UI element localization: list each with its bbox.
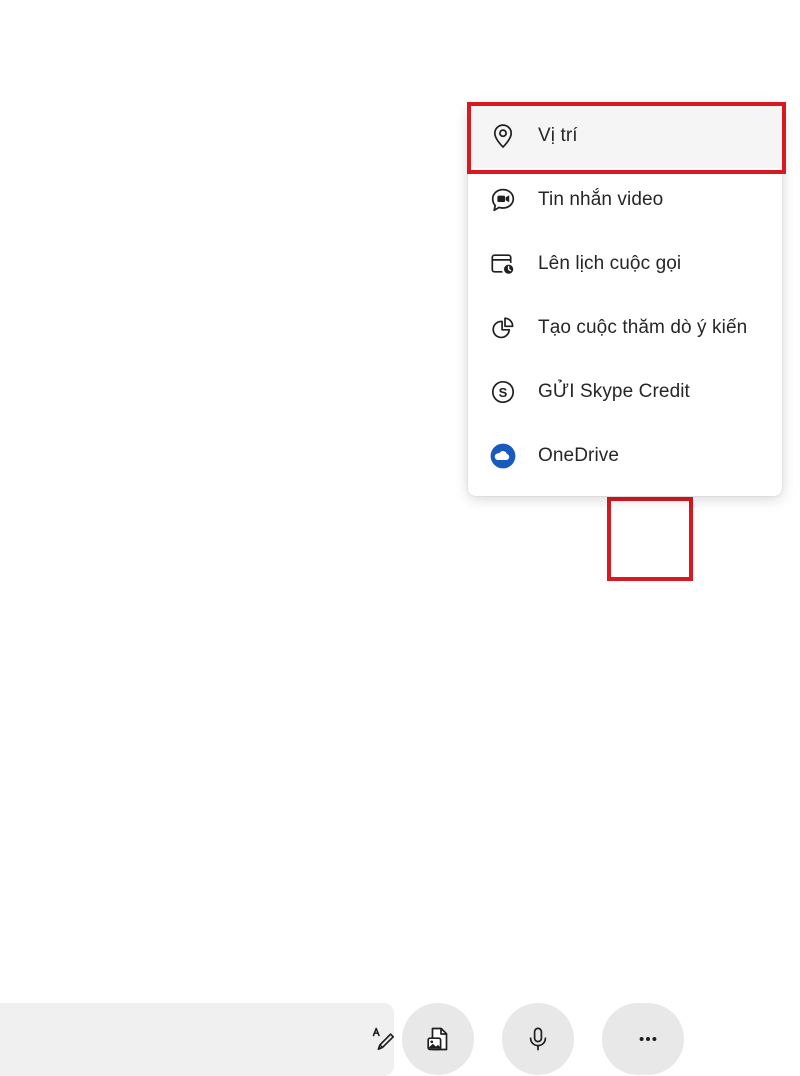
file-image-icon [424, 1025, 452, 1053]
menu-item-tao-cuoc-tham-do-y-kien[interactable]: Tạo cuộc thăm dò ý kiến [468, 296, 782, 360]
svg-text:S: S [499, 385, 508, 400]
poll-chart-icon [486, 311, 520, 345]
more-options-flyout-menu: Vị trí Tin nhắn video Lên lịch cuộc gọi … [468, 104, 782, 496]
location-pin-icon [486, 119, 520, 153]
more-options-icon [634, 1025, 662, 1053]
microphone-icon [524, 1025, 552, 1053]
menu-item-label: Lên lịch cuộc gọi [538, 253, 682, 274]
voice-message-button[interactable] [502, 1003, 574, 1075]
menu-item-label: OneDrive [538, 445, 620, 466]
video-message-icon [486, 183, 520, 217]
composer-bar [0, 500, 800, 1076]
schedule-call-icon [486, 247, 520, 281]
onedrive-icon [486, 439, 520, 473]
menu-item-label: Tạo cuộc thăm dò ý kiến [538, 317, 748, 338]
menu-item-tin-nhan-video[interactable]: Tin nhắn video [468, 168, 782, 232]
menu-item-len-lich-cuoc-goi[interactable]: Lên lịch cuộc gọi [468, 232, 782, 296]
menu-item-vi-tri[interactable]: Vị trí [468, 104, 782, 168]
menu-item-onedrive[interactable]: OneDrive [468, 424, 782, 488]
menu-item-label: Vị trí [538, 125, 578, 146]
menu-item-gui-skype-credit[interactable]: S GỬI Skype Credit [468, 360, 782, 424]
text-format-icon [367, 1024, 397, 1054]
skype-chat-window: Vị trí Tin nhắn video Lên lịch cuộc gọi … [0, 0, 800, 1076]
menu-item-label: GỬI Skype Credit [538, 381, 690, 402]
attach-file-button[interactable] [402, 1003, 474, 1075]
composer-action-buttons [330, 1003, 730, 1076]
menu-item-label: Tin nhắn video [538, 189, 664, 210]
skype-credit-icon: S [486, 375, 520, 409]
more-options-button[interactable] [612, 1003, 684, 1075]
